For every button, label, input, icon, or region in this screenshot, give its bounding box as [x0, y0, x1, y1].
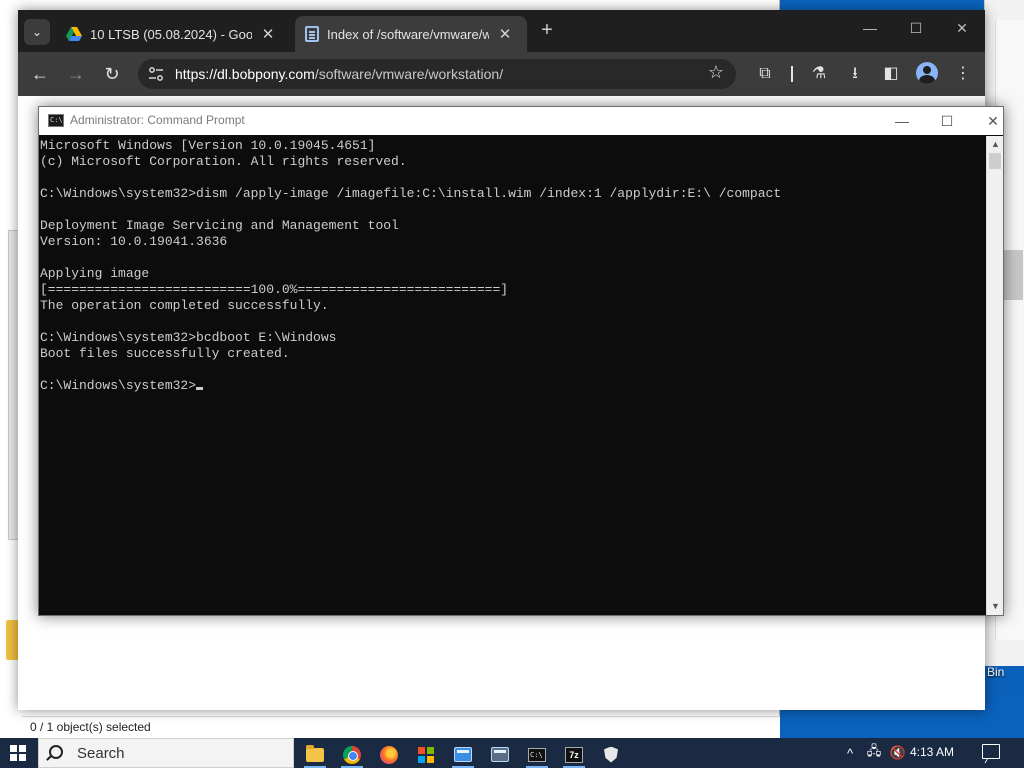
tab-title: 10 LTSB (05.08.2024) - Google [90, 26, 252, 42]
volume-muted-icon[interactable]: 🔇 [887, 738, 909, 768]
cmd-title-bar[interactable]: C:\ Administrator: Command Prompt — ☐ ✕ [39, 107, 1003, 135]
cmd-scrollbar[interactable]: ▲ ▼ [986, 136, 1003, 615]
new-tab-button[interactable]: + [536, 20, 558, 42]
progress-bar-line: [==========================100.0%=======… [40, 282, 509, 297]
tab-title: Index of /software/vmware/wo [327, 26, 489, 42]
prompt-text: C:\Windows\system32> [40, 378, 197, 393]
back-button[interactable]: ← [28, 62, 52, 86]
cmd-console-output[interactable]: Microsoft Windows [Version 10.0.19045.46… [39, 136, 987, 615]
cmd-maximize-button[interactable]: ☐ [927, 110, 967, 132]
show-hidden-icons-chevron-icon[interactable]: ^ [840, 738, 860, 768]
cmd-window-title: Administrator: Command Prompt [70, 113, 245, 127]
taskbar-7zip[interactable]: 7z [557, 741, 591, 768]
url-host: https://dl.bobpony.com [175, 66, 315, 82]
console-line: (c) Microsoft Corporation. All rights re… [40, 154, 407, 169]
tab-google-drive[interactable]: 10 LTSB (05.08.2024) - Google ✕ [56, 16, 292, 52]
console-line: Microsoft Windows [Version 10.0.19045.46… [40, 138, 376, 153]
page-icon [305, 26, 319, 42]
maximize-button[interactable]: ☐ [904, 20, 928, 42]
cmd-minimize-button[interactable]: — [882, 110, 922, 132]
chrome-menu-icon[interactable]: ⋮ [952, 63, 974, 85]
command-prompt-window: C:\ Administrator: Command Prompt — ☐ ✕ … [38, 106, 1004, 616]
folder-icon [306, 744, 324, 762]
download-icon[interactable]: ⭳ [844, 63, 866, 85]
start-button[interactable] [0, 738, 36, 768]
search-placeholder: Search [77, 745, 125, 762]
scroll-down-arrow-icon[interactable]: ▼ [987, 598, 1004, 615]
notification-center-icon[interactable] [982, 744, 1000, 759]
windows-logo-icon [418, 746, 434, 763]
command-prompt-icon: C:\ [528, 747, 546, 762]
url-text[interactable]: https://dl.bobpony.com/software/vmware/w… [175, 66, 503, 82]
profile-avatar-icon[interactable] [916, 62, 938, 84]
taskbar-app-window[interactable] [446, 741, 480, 768]
7zip-icon: 7z [565, 746, 583, 763]
console-line: Applying image [40, 266, 150, 281]
labs-icon[interactable]: ⚗ [808, 63, 830, 85]
tab-strip: ⌄ 10 LTSB (05.08.2024) - Google ✕ Index … [18, 10, 985, 52]
taskbar-chrome[interactable] [335, 741, 369, 768]
chrome-icon [343, 745, 361, 764]
recycle-bin-label[interactable]: Bin [987, 665, 1004, 679]
firefox-icon [380, 745, 398, 764]
taskbar-app-window-2[interactable] [483, 741, 517, 768]
taskbar: Search C:\ 7z ^ 🖧 🔇 4:13 AM [0, 738, 1024, 768]
windows-start-icon [10, 745, 26, 761]
app-window-icon [491, 747, 509, 762]
bookmark-star-icon[interactable]: ☆ [708, 62, 724, 83]
close-tab-icon[interactable]: ✕ [260, 25, 276, 43]
console-line: Version: 10.0.19041.3636 [40, 234, 228, 249]
reload-button[interactable]: ↻ [100, 62, 124, 86]
console-line: Deployment Image Servicing and Managemen… [40, 218, 399, 233]
side-panel-icon[interactable]: ◧ [880, 63, 902, 85]
scroll-up-arrow-icon[interactable]: ▲ [987, 136, 1004, 153]
forward-button[interactable]: → [64, 62, 88, 86]
console-line: Boot files successfully created. [40, 346, 290, 361]
app-window-icon [454, 747, 472, 762]
url-path: /software/vmware/workstation/ [314, 66, 504, 82]
scroll-thumb[interactable] [989, 153, 1001, 169]
taskbar-command-prompt[interactable]: C:\ [520, 741, 554, 768]
close-window-button[interactable]: ✕ [950, 20, 974, 42]
browser-toolbar: ← → ↻ https://dl.bobpony.com/software/vm… [18, 52, 985, 96]
search-icon [49, 745, 63, 759]
explorer-status-bar: 0 / 1 object(s) selected [22, 716, 780, 738]
toolbar-separator [791, 66, 793, 82]
taskbar-windows-app[interactable] [409, 741, 443, 768]
site-info-icon[interactable] [148, 66, 164, 82]
cmd-app-icon[interactable]: C:\ [48, 114, 64, 127]
taskbar-firefox[interactable] [372, 741, 406, 768]
cmd-close-button[interactable]: ✕ [973, 110, 1013, 132]
chevron-down-icon: ⌄ [31, 25, 43, 39]
prompt-line[interactable]: C:\Windows\system32> [40, 378, 987, 394]
console-line: The operation completed successfully. [40, 298, 329, 313]
tab-index-of-workstation[interactable]: Index of /software/vmware/wo ✕ [295, 16, 527, 52]
console-line: C:\Windows\system32>bcdboot E:\Windows [40, 330, 337, 345]
system-clock[interactable]: 4:13 AM [910, 745, 954, 759]
minimize-button[interactable]: — [858, 20, 882, 42]
network-icon[interactable]: 🖧 [863, 738, 885, 768]
shield-icon [604, 746, 618, 763]
close-tab-icon[interactable]: ✕ [497, 25, 513, 43]
extensions-icon[interactable]: ⧉ [754, 63, 776, 85]
taskbar-file-explorer[interactable] [298, 741, 332, 768]
text-cursor [196, 387, 204, 390]
taskbar-search-box[interactable]: Search [38, 738, 294, 768]
tab-search-button[interactable]: ⌄ [24, 19, 50, 45]
taskbar-security[interactable] [594, 741, 628, 768]
google-drive-icon [66, 27, 82, 41]
address-bar[interactable]: https://dl.bobpony.com/software/vmware/w… [138, 59, 736, 89]
console-line: C:\Windows\system32>dism /apply-image /i… [40, 186, 782, 201]
